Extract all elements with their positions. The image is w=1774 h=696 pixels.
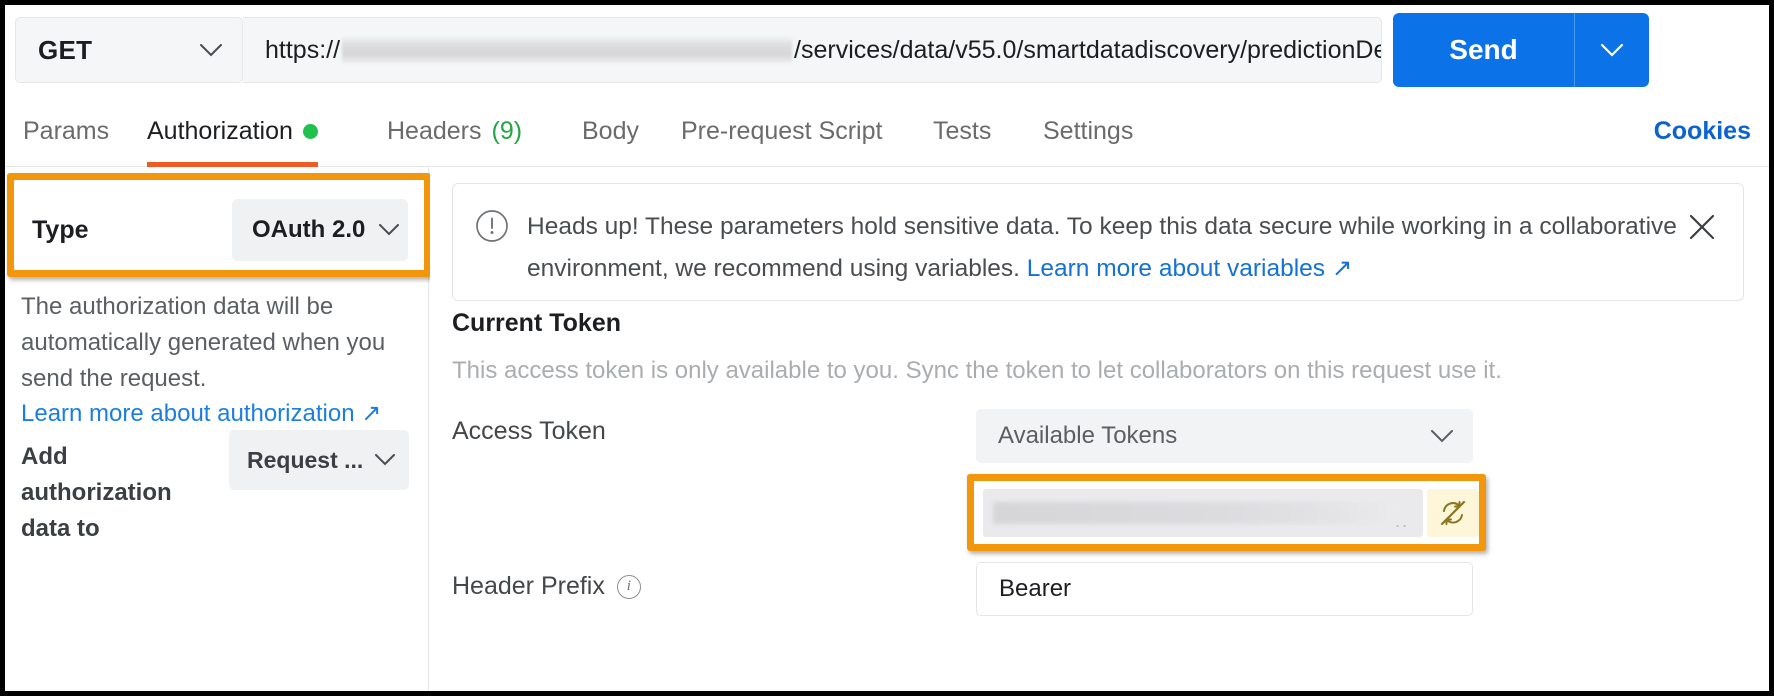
- learn-more-authorization-link[interactable]: Learn more about authorization ↗: [21, 399, 381, 428]
- access-token-label: Access Token: [452, 417, 606, 446]
- token-value-highlight-box: ..: [967, 474, 1486, 551]
- cookies-link[interactable]: Cookies: [1654, 95, 1751, 167]
- send-options-dropdown[interactable]: [1575, 13, 1649, 87]
- auth-type-dropdown[interactable]: OAuth 2.0: [232, 199, 408, 261]
- chevron-down-icon: [379, 224, 399, 236]
- add-authorization-data-dropdown[interactable]: Request ...: [229, 430, 409, 490]
- send-button[interactable]: Send: [1393, 13, 1574, 87]
- current-token-heading: Current Token: [452, 309, 621, 338]
- tab-label: Settings: [1043, 117, 1133, 146]
- close-icon[interactable]: [1681, 206, 1723, 248]
- tab-headers[interactable]: Headers (9): [387, 95, 522, 167]
- url-input[interactable]: https:// /services/data/v55.0/smartdatad…: [243, 17, 1382, 83]
- sync-token-off-button[interactable]: [1427, 489, 1479, 537]
- auth-left-panel: Type OAuth 2.0 The authorization data wi…: [5, 167, 429, 691]
- tab-label: Body: [582, 117, 639, 146]
- sensitive-data-banner: Heads up! These parameters hold sensitiv…: [452, 183, 1744, 301]
- info-icon[interactable]: i: [617, 575, 641, 599]
- url-bar: GET https:// /services/data/v55.0/smartd…: [5, 5, 1769, 95]
- banner-text: Heads up! These parameters hold sensitiv…: [527, 206, 1681, 290]
- tab-tests[interactable]: Tests: [933, 95, 991, 167]
- header-prefix-input[interactable]: Bearer: [976, 562, 1473, 616]
- sync-off-icon: [1438, 498, 1468, 528]
- header-prefix-label: Header Prefix: [452, 572, 605, 601]
- url-path: /services/data/v55.0/smartdatadiscovery/…: [794, 36, 1382, 65]
- tab-settings[interactable]: Settings: [1043, 95, 1133, 167]
- request-tabs: Params Authorization Headers (9) Body Pr…: [5, 95, 1769, 167]
- header-prefix-value: Bearer: [999, 575, 1071, 603]
- learn-more-variables-link[interactable]: Learn more about variables ↗: [1027, 255, 1353, 282]
- access-token-input[interactable]: ..: [983, 489, 1423, 537]
- tab-label: Authorization: [147, 117, 293, 146]
- available-tokens-dropdown[interactable]: Available Tokens: [976, 409, 1473, 463]
- auth-right-panel: Heads up! These parameters hold sensitiv…: [430, 167, 1769, 691]
- auth-type-value: OAuth 2.0: [252, 216, 365, 244]
- token-truncation-dots: ..: [1395, 511, 1409, 532]
- http-method-label: GET: [38, 35, 200, 66]
- tab-label: Headers: [387, 117, 482, 146]
- chevron-down-icon: [375, 454, 395, 466]
- tab-label: Tests: [933, 117, 991, 146]
- url-text: https:// /services/data/v55.0/smartdatad…: [265, 36, 1382, 65]
- tab-params[interactable]: Params: [23, 95, 109, 167]
- chevron-down-icon: [1600, 43, 1624, 57]
- tab-body[interactable]: Body: [582, 95, 639, 167]
- chevron-down-icon: [1431, 430, 1451, 442]
- type-highlight-box: Type OAuth 2.0: [7, 173, 431, 277]
- postman-request-pane: GET https:// /services/data/v55.0/smartd…: [5, 5, 1769, 691]
- current-token-subtext: This access token is only available to y…: [452, 357, 1502, 385]
- auth-status-dot-icon: [303, 124, 318, 139]
- available-tokens-value: Available Tokens: [998, 422, 1431, 450]
- headers-count: (9): [492, 117, 523, 146]
- tab-label: Pre-request Script: [681, 117, 882, 146]
- type-label: Type: [32, 216, 89, 245]
- vertical-scrollbar[interactable]: [1763, 167, 1769, 691]
- http-method-dropdown[interactable]: GET: [15, 17, 243, 83]
- tab-label: Params: [23, 117, 109, 146]
- header-prefix-row: Header Prefix i: [452, 572, 641, 601]
- tab-pre-request-script[interactable]: Pre-request Script: [681, 95, 882, 167]
- redacted-host: [342, 37, 792, 63]
- add-authorization-data-value: Request ...: [247, 447, 363, 474]
- auth-description: The authorization data will be automatic…: [21, 289, 401, 397]
- masked-token-value: [993, 502, 1403, 524]
- tab-authorization[interactable]: Authorization: [147, 95, 318, 167]
- url-scheme: https://: [265, 36, 340, 65]
- send-button-group[interactable]: Send: [1393, 13, 1649, 87]
- chevron-down-icon: [200, 44, 220, 56]
- add-authorization-data-label: Add authorization data to: [21, 439, 211, 547]
- warning-icon: [475, 209, 509, 248]
